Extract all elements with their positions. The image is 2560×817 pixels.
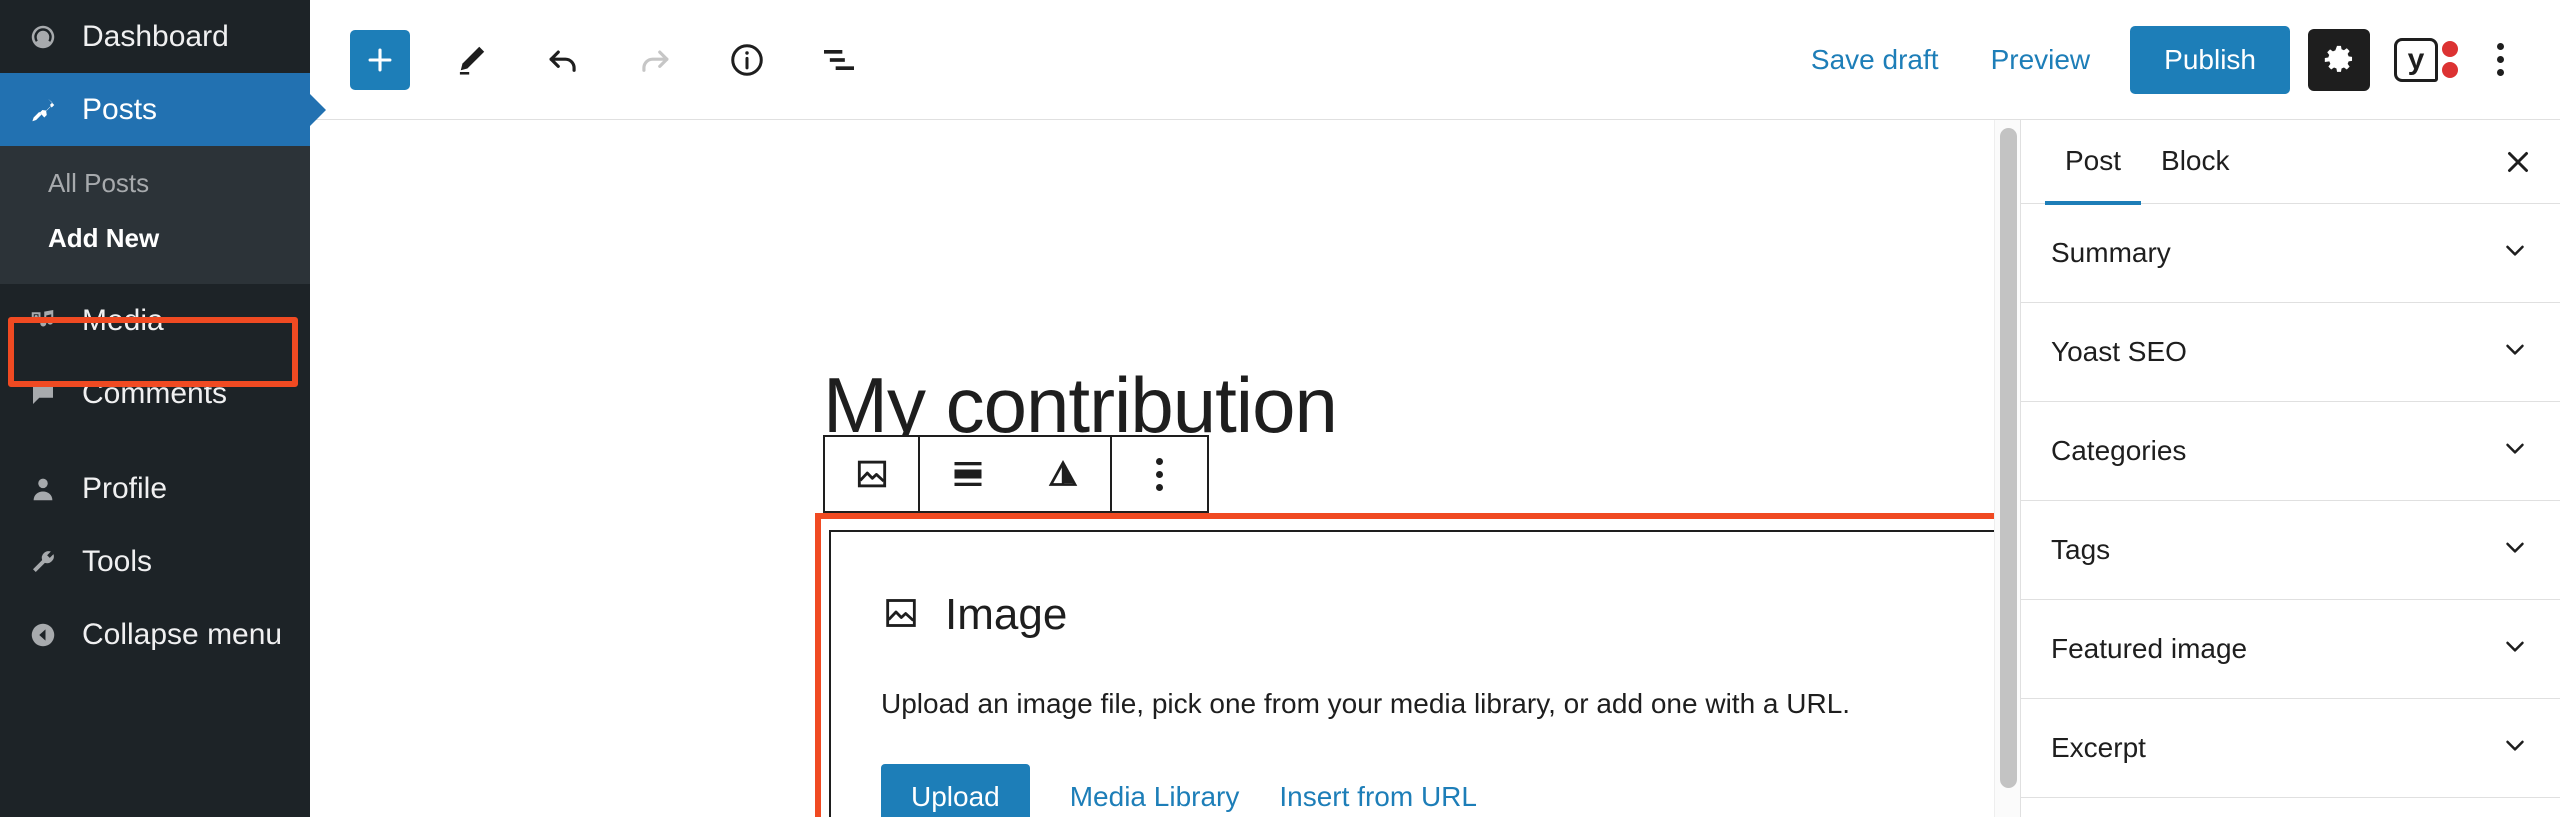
sidebar-item-collapse-menu[interactable]: Collapse menu (0, 598, 310, 671)
upload-button[interactable]: Upload (881, 764, 1030, 817)
sidebar-item-label: Profile (82, 471, 168, 505)
block-align-group (920, 437, 1112, 511)
preview-button[interactable]: Preview (1965, 44, 2117, 76)
panel-featured-image[interactable]: Featured image (2021, 600, 2560, 699)
chevron-down-icon (2500, 532, 2530, 569)
sidebar-item-tools[interactable]: Tools (0, 525, 310, 598)
sidebar-item-media[interactable]: Media (0, 284, 310, 357)
redo-icon[interactable] (624, 29, 686, 91)
sidebar-item-label: Dashboard (82, 19, 229, 53)
post-settings-sidebar: Post Block Summary Yoast SEO Categories … (2020, 120, 2560, 817)
block-editor: Save draft Preview Publish y My contribu… (310, 0, 2560, 817)
yoast-notification-dots (2442, 41, 2458, 78)
sidebar-item-label: Collapse menu (82, 617, 283, 651)
sidebar-divider (0, 430, 310, 452)
chevron-down-icon (2500, 235, 2530, 272)
close-icon[interactable] (2490, 134, 2546, 190)
list-view-icon[interactable] (808, 29, 870, 91)
panel-label: Categories (2051, 435, 2187, 466)
panel-excerpt[interactable]: Excerpt (2021, 699, 2560, 798)
more-options-icon[interactable] (2472, 29, 2528, 91)
submenu-item-label: Add New (48, 223, 160, 253)
panel-summary[interactable]: Summary (2021, 204, 2560, 303)
chevron-down-icon (2500, 631, 2530, 668)
comments-icon (18, 379, 68, 409)
image-block-description: Upload an image file, pick one from your… (881, 688, 1851, 719)
pin-icon (18, 95, 68, 125)
editor-header-left-tools (350, 29, 870, 91)
collapse-arrow-icon (18, 620, 68, 650)
image-placeholder-icon (881, 593, 921, 638)
info-icon[interactable] (716, 29, 778, 91)
gear-icon[interactable] (2308, 28, 2370, 91)
admin-sidebar: Dashboard Posts All Posts Add New Media … (0, 0, 310, 817)
image-block-placeholder[interactable]: Image Upload an image file, pick one fro… (829, 530, 2020, 817)
undo-icon[interactable] (532, 29, 594, 91)
editor-header-right-actions: Save draft Preview Publish y (1785, 25, 2528, 94)
panel-yoast-seo[interactable]: Yoast SEO (2021, 303, 2560, 402)
sidebar-tabs: Post Block (2021, 119, 2560, 205)
submenu-item-all-posts[interactable]: All Posts (0, 156, 310, 211)
submenu-item-label: All Posts (48, 168, 150, 198)
wordpress-editor-app: Dashboard Posts All Posts Add New Media … (0, 0, 2560, 817)
panel-tags[interactable]: Tags (2021, 501, 2560, 600)
publish-button[interactable]: Publish (2130, 25, 2290, 94)
sidebar-item-comments[interactable]: Comments (0, 357, 310, 430)
chevron-down-icon (2500, 433, 2530, 470)
sidebar-item-profile[interactable]: Profile (0, 452, 310, 525)
wrench-icon (18, 547, 68, 577)
insert-from-url-button[interactable]: Insert from URL (1279, 781, 1477, 813)
panel-label: Summary (2051, 237, 2171, 268)
editor-body: My contribution Image Upload an image fi… (310, 120, 2560, 817)
transform-icon[interactable] (1015, 437, 1110, 511)
yoast-logo-letter: y (2394, 37, 2438, 82)
sidebar-item-dashboard[interactable]: Dashboard (0, 0, 310, 73)
tab-post[interactable]: Post (2045, 119, 2142, 205)
image-block-actions: Upload Media Library Insert from URL (881, 764, 2020, 817)
tab-block[interactable]: Block (2141, 119, 2249, 205)
block-toolbar (823, 435, 1209, 513)
block-options-icon[interactable] (1112, 437, 1207, 511)
panel-label: Tags (2051, 534, 2111, 565)
panel-categories[interactable]: Categories (2021, 402, 2560, 501)
chevron-down-icon (2500, 334, 2530, 371)
pencil-icon[interactable] (440, 29, 502, 91)
vertical-ellipsis-icon (2496, 43, 2504, 76)
editor-canvas[interactable]: My contribution Image Upload an image fi… (310, 120, 2020, 817)
save-draft-button[interactable]: Save draft (1785, 44, 1965, 76)
align-icon[interactable] (920, 437, 1015, 511)
sidebar-item-label: Media (82, 303, 164, 337)
inserter-icon[interactable] (350, 29, 410, 90)
panel-label: Excerpt (2051, 732, 2146, 763)
panel-label: Yoast SEO (2051, 336, 2187, 367)
user-icon (18, 474, 68, 504)
editor-header: Save draft Preview Publish y (310, 0, 2560, 120)
vertical-ellipsis-icon (1156, 457, 1163, 491)
media-library-button[interactable]: Media Library (1070, 781, 1240, 813)
posts-submenu: All Posts Add New (0, 146, 310, 284)
canvas-scrollbar[interactable] (1994, 120, 2020, 817)
chevron-down-icon (2500, 730, 2530, 767)
image-block-header: Image (881, 590, 2020, 640)
image-block-icon[interactable] (825, 437, 920, 511)
submenu-item-add-new[interactable]: Add New (0, 211, 310, 266)
sidebar-item-label: Tools (82, 544, 153, 578)
scrollbar-thumb[interactable] (2000, 128, 2017, 788)
sidebar-item-posts[interactable]: Posts (0, 73, 310, 146)
yoast-seo-icon[interactable]: y (2394, 37, 2458, 82)
dashboard-icon (18, 22, 68, 52)
image-block-title: Image (945, 590, 1068, 639)
media-icon (18, 306, 68, 336)
sidebar-item-label: Posts (82, 92, 158, 126)
sidebar-item-label: Comments (82, 376, 228, 410)
panel-label: Featured image (2051, 633, 2248, 664)
